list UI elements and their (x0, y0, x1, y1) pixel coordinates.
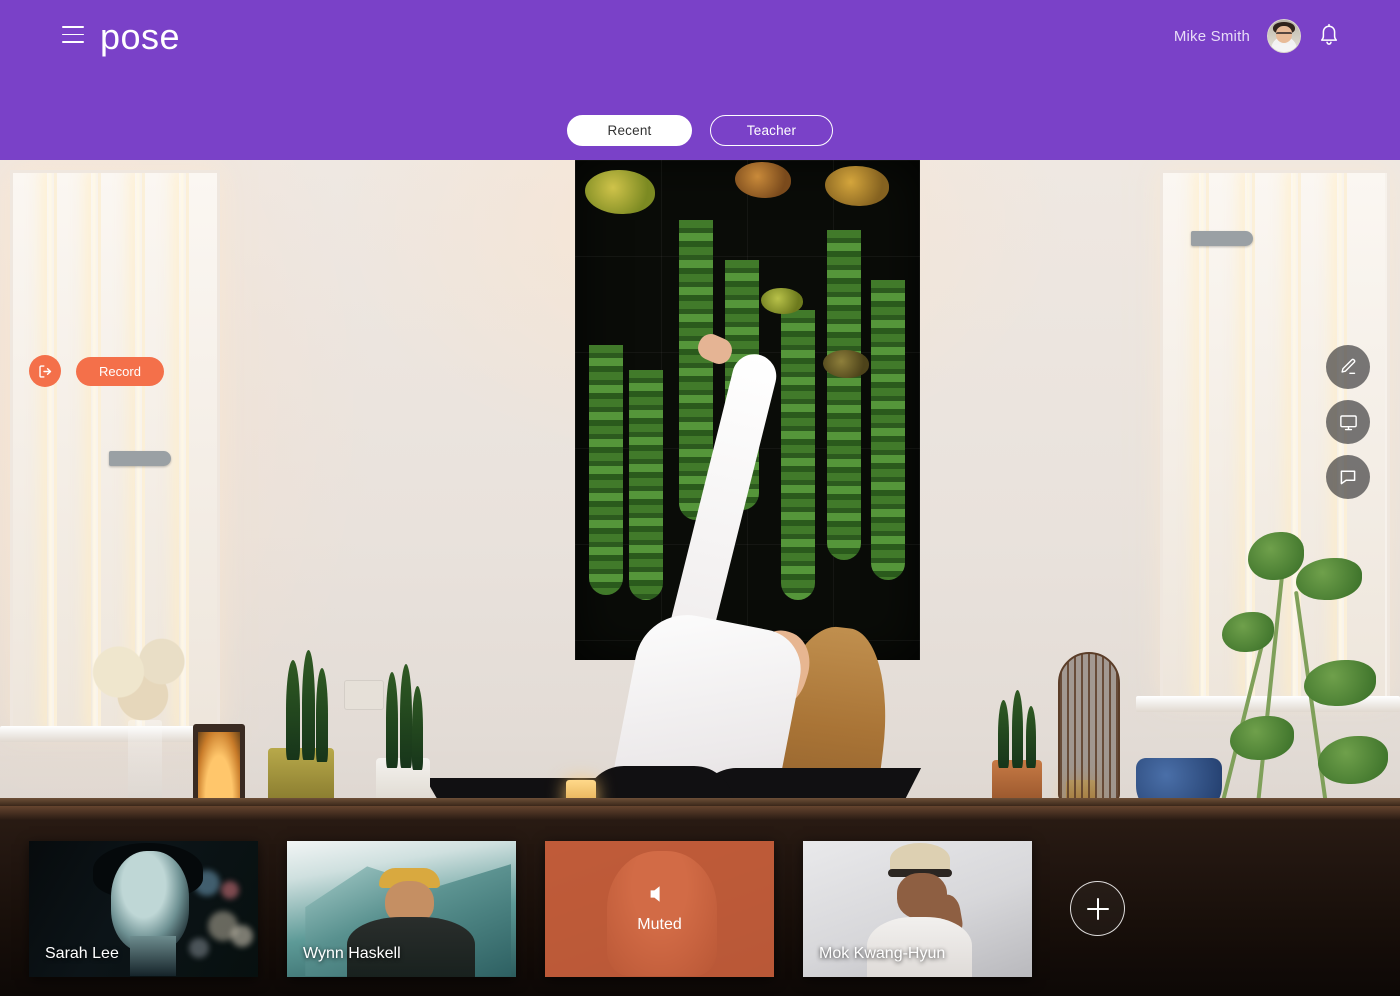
record-button[interactable]: Record (76, 357, 164, 386)
instructor-arm-raised (665, 349, 781, 652)
view-toggle-group: Recent Teacher (0, 115, 1400, 146)
participant-tile[interactable]: Mok Kwang-Hyun (803, 840, 1032, 977)
bell-icon[interactable] (1318, 23, 1340, 49)
app-logo[interactable]: pose (100, 16, 180, 58)
side-tool-rail (1326, 345, 1370, 499)
muted-status-label: Muted (637, 916, 682, 933)
participant-tile-muted[interactable]: Muted (545, 840, 774, 977)
tab-recent[interactable]: Recent (567, 115, 692, 146)
exit-session-button[interactable] (29, 355, 61, 387)
decor-cage-lantern (1058, 652, 1120, 802)
participant-name: Sarah Lee (45, 944, 119, 962)
plus-icon (1086, 897, 1109, 920)
add-participant-button[interactable] (1070, 881, 1125, 936)
speaker-muted-icon (647, 883, 673, 910)
participant-tile[interactable]: Wynn Haskell (287, 840, 516, 977)
participant-tile[interactable]: Sarah Lee (29, 840, 258, 977)
hamburger-menu-icon[interactable] (62, 26, 84, 43)
monitor-icon[interactable] (1326, 400, 1370, 444)
participant-name: Mok Kwang-Hyun (819, 944, 946, 962)
shelf-edge (0, 798, 1400, 806)
participant-name: Wynn Haskell (303, 944, 401, 962)
participant-strip: Sarah Lee Wynn Haskell Muted Mok Kwang-H… (0, 821, 1400, 996)
chat-bubble-icon[interactable] (1326, 455, 1370, 499)
pencil-icon[interactable] (1326, 345, 1370, 389)
app-root: pose Mike Smith Recent Teacher Record Sa… (0, 0, 1400, 996)
user-area: Mike Smith (1174, 18, 1340, 54)
tab-teacher[interactable]: Teacher (710, 115, 833, 146)
user-name: Mike Smith (1173, 27, 1250, 45)
avatar[interactable] (1267, 19, 1301, 53)
wall-socket (344, 680, 384, 710)
